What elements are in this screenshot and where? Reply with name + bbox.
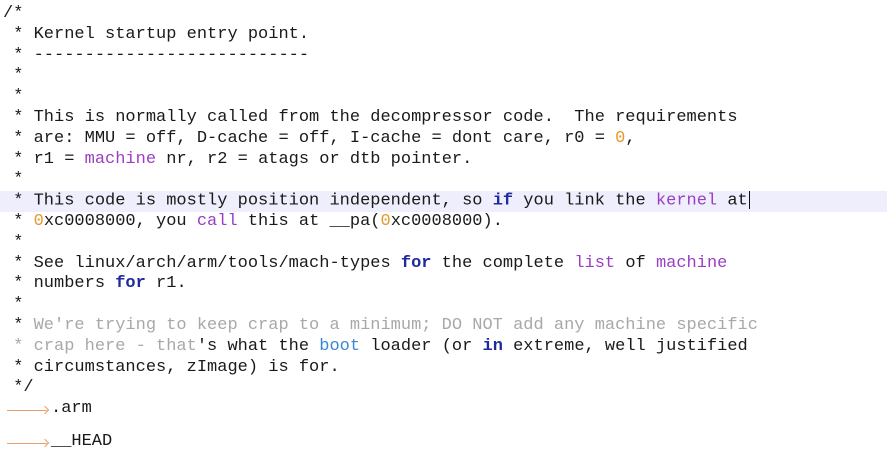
text-token: you link the <box>513 191 656 211</box>
text-token: r1 = <box>33 149 85 169</box>
comment-star: * <box>3 315 34 335</box>
identifier-token: kernel <box>655 191 718 211</box>
comment-star: * <box>3 149 34 169</box>
code-line-19: */ <box>0 378 887 399</box>
text-token: of <box>615 253 656 273</box>
text-token: are: MMU = off, D-cache = off, I-cache =… <box>33 128 616 148</box>
identifier-token: machine <box>84 149 157 169</box>
comment-open: /* <box>3 4 24 23</box>
comment-text: r1 = machine nr, r2 = atags or dtb point… <box>34 150 473 169</box>
comment-star: * <box>3 24 34 44</box>
code-line-11: * 0xc0008000, you call this at __pa(0xc0… <box>0 212 887 233</box>
comment-text: This code is mostly position independent… <box>34 192 748 211</box>
text-token: circumstances, zImage) is for. <box>33 357 340 377</box>
comment-text: crap here - that's what the boot loader … <box>34 337 748 356</box>
text-token: r1. <box>145 274 187 294</box>
comment-star: * <box>3 87 24 107</box>
comment-close: */ <box>3 378 34 398</box>
comment-star: * <box>3 232 24 252</box>
tab-arrow-icon <box>3 432 51 452</box>
code-line-8: * r1 = machine nr, r2 = atags or dtb poi… <box>0 150 887 171</box>
comment-star: * <box>3 66 24 86</box>
comment-text: --------------------------- <box>33 45 310 65</box>
identifier-token: list <box>574 253 616 273</box>
text-token: numbers <box>33 274 116 294</box>
comment-star: * <box>3 336 34 356</box>
keyword-token: if <box>492 191 514 211</box>
number-token: 0 <box>615 128 626 148</box>
code-line-12: * <box>0 233 887 254</box>
code-line-15: * <box>0 295 887 316</box>
comment-star: * <box>3 274 34 294</box>
text-token: xc0008000, you <box>43 211 197 231</box>
code-line-13: * See linux/arch/arm/tools/mach-types fo… <box>0 254 887 275</box>
code-editor[interactable]: /* * Kernel startup entry point. * -----… <box>0 0 887 451</box>
comment-star: * <box>3 191 34 211</box>
identifier-token: machine <box>655 253 728 273</box>
code-line-1: /* <box>0 4 887 25</box>
code-line-5: * <box>0 87 887 108</box>
keyword-token: for <box>115 274 146 294</box>
keyword-token: for <box>400 253 432 273</box>
text-token: , <box>625 128 636 148</box>
comment-star: * <box>3 170 24 190</box>
number-token: 0 <box>33 211 44 231</box>
tab-arrow-icon <box>3 399 51 419</box>
text-token: extreme, well justified <box>502 336 748 356</box>
code-line-6: * This is normally called from the decom… <box>0 108 887 129</box>
comment-star: * <box>3 45 34 65</box>
text-token: 's what the <box>196 336 320 356</box>
code-line-10-current[interactable]: * This code is mostly position independe… <box>0 191 887 212</box>
comment-star: * <box>3 107 34 127</box>
code-line-9: * <box>0 170 887 191</box>
asm-directive: __HEAD <box>51 431 113 451</box>
comment-star: * <box>3 295 24 315</box>
code-line-16: * We're trying to keep crap to a minimum… <box>0 316 887 337</box>
code-line-20: .arm <box>0 399 887 420</box>
text-token: xc0008000). <box>390 211 503 231</box>
text-token: at <box>717 191 748 211</box>
comment-star: * <box>3 128 34 148</box>
comment-star: * <box>3 357 34 377</box>
comment-text: circumstances, zImage) is for. <box>34 358 340 377</box>
identifier-token: boot <box>319 336 361 356</box>
code-line-14: * numbers for r1. <box>0 274 887 295</box>
text-caret <box>748 191 750 210</box>
comment-text: numbers for r1. <box>34 274 187 293</box>
text-token: the complete <box>431 253 575 273</box>
text-token: nr, r2 = atags or dtb pointer. <box>156 149 473 169</box>
comment-text: are: MMU = off, D-cache = off, I-cache =… <box>34 129 636 148</box>
comment-text: 0xc0008000, you call this at __pa(0xc000… <box>34 212 503 231</box>
comment-text: We're trying to keep crap to a minimum; … <box>34 316 758 335</box>
code-line-17: * crap here - that's what the boot loade… <box>0 337 887 358</box>
comment-star: * <box>3 211 34 231</box>
code-line-18: * circumstances, zImage) is for. <box>0 358 887 379</box>
identifier-token: call <box>196 211 238 231</box>
code-line-21: __HEAD <box>0 432 887 453</box>
code-line-2: * Kernel startup entry point. <box>0 25 887 46</box>
comment-text: See linux/arch/arm/tools/mach-types for … <box>34 254 728 273</box>
text-token: See linux/arch/arm/tools/mach-types <box>33 253 401 273</box>
comment-text: This is normally called from the decompr… <box>34 108 738 127</box>
text-token: This is normally called from the decompr… <box>33 107 738 127</box>
keyword-token: in <box>482 336 503 356</box>
number-token: 0 <box>380 211 391 231</box>
text-token: This code is mostly position independent… <box>33 191 493 211</box>
comment-star: * <box>3 253 34 273</box>
code-line-4: * <box>0 66 887 87</box>
code-line-7: * are: MMU = off, D-cache = off, I-cache… <box>0 129 887 150</box>
code-line-3: * --------------------------- <box>0 46 887 67</box>
text-token: loader (or <box>360 336 483 356</box>
faded-text: crap here - that <box>33 336 197 356</box>
faded-text: We're trying to keep crap to a minimum; … <box>33 315 758 335</box>
asm-directive: .arm <box>51 399 92 419</box>
text-token: this at __pa( <box>237 211 381 231</box>
comment-text: Kernel startup entry point. <box>33 24 310 44</box>
